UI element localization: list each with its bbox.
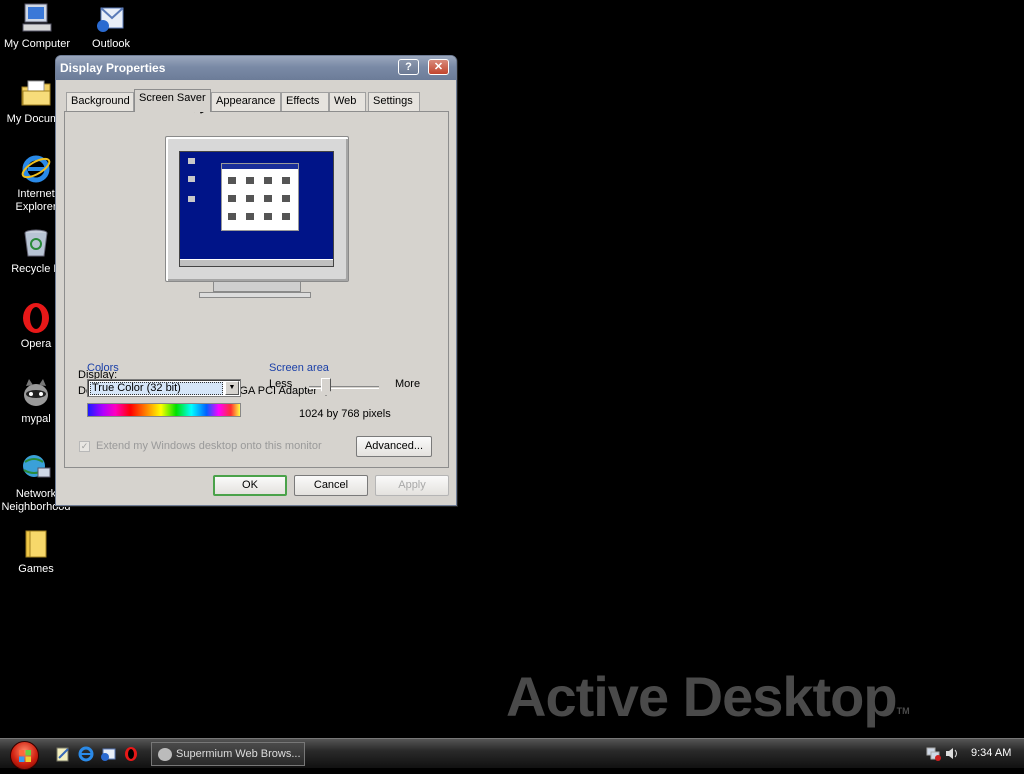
colors-dropdown[interactable]: True Color (32 bit) ▼ — [87, 379, 241, 397]
watermark-trademark: TM — [896, 706, 910, 716]
taskbar-button-label: Supermium Web Brows... — [176, 748, 301, 760]
slider-less-label: Less — [269, 378, 293, 390]
monitor-preview — [165, 136, 349, 298]
outlook-icon — [95, 2, 127, 34]
tab-label: Appearance — [216, 95, 276, 107]
close-icon: ✕ — [433, 61, 444, 73]
monitor-stand-base — [199, 292, 311, 298]
desktop-icon-my-computer[interactable]: My Computer — [0, 2, 74, 51]
extend-desktop-checkbox[interactable]: ✓ — [79, 441, 90, 452]
tab-label: Settings — [373, 95, 413, 107]
extend-desktop-label: Extend my Windows desktop onto this moni… — [96, 440, 322, 452]
help-icon: ? — [405, 61, 412, 73]
opera-icon — [20, 302, 52, 334]
monitor-screen-preview — [179, 151, 334, 267]
tab-label: Screen Saver — [139, 92, 206, 104]
tab-appearance[interactable]: Appearance — [211, 92, 281, 111]
colors-group-title: Colors — [87, 362, 119, 374]
tab-web[interactable]: Web — [329, 92, 366, 111]
apply-button-label: Apply — [398, 479, 426, 491]
tab-label: Effects — [286, 95, 320, 107]
screen-area-group-title: Screen area — [269, 362, 329, 374]
watermark-text: Active Desktop — [506, 665, 898, 728]
desktop-icon-label: My Computer — [3, 38, 71, 50]
start-orb-icon — [10, 741, 39, 770]
quicklaunch-opera-icon[interactable] — [123, 746, 139, 762]
folder-documents-icon — [20, 77, 52, 109]
preview-icon — [188, 176, 195, 182]
color-spectrum-bar — [87, 403, 241, 417]
taskbar: Supermium Web Brows... 9:34 AM — [0, 738, 1024, 770]
preview-icon — [188, 158, 195, 164]
network-icon — [20, 452, 52, 484]
advanced-button-label: Advanced... — [364, 440, 424, 452]
tab-label: Web — [334, 95, 357, 107]
preview-window — [221, 163, 299, 231]
monitor-stand-neck — [213, 282, 301, 292]
computer-icon — [21, 2, 53, 34]
desktop-icon-label: Games — [18, 563, 54, 575]
ok-button[interactable]: OK — [213, 475, 287, 496]
taskbar-clock[interactable]: 9:34 AM — [971, 747, 1011, 759]
internet-explorer-icon — [20, 152, 52, 184]
desktop-icon-games[interactable]: Games — [0, 527, 73, 576]
chevron-down-icon[interactable]: ▼ — [225, 381, 239, 395]
desktop-icon-label: Outlook — [92, 38, 130, 50]
dialog-title: Display Properties — [60, 61, 166, 75]
slider-more-label: More — [395, 378, 421, 390]
monitor-case — [165, 136, 349, 282]
colors-selected-value: True Color (32 bit) — [90, 382, 223, 395]
screen-area-slider-track[interactable] — [309, 386, 379, 389]
preview-icon — [188, 196, 195, 202]
folder-icon — [20, 527, 52, 559]
tab-settings[interactable]: Settings — [368, 92, 420, 111]
tray-volume-icon[interactable] — [944, 746, 959, 761]
recycle-bin-icon — [20, 227, 52, 259]
active-desktop-watermark: Active DesktopTM — [506, 664, 910, 729]
cancel-button[interactable]: Cancel — [294, 475, 368, 496]
cancel-button-label: Cancel — [313, 479, 349, 491]
supermium-icon — [158, 748, 172, 761]
tab-background[interactable]: Background — [66, 92, 134, 111]
mypal-icon — [20, 377, 52, 409]
tab-screen-saver[interactable]: Screen Saver — [134, 89, 211, 112]
display-properties-dialog: Display Properties ? ✕ Background Screen… — [55, 55, 457, 506]
quicklaunch-notepad-icon[interactable] — [55, 746, 71, 762]
apply-button[interactable]: Apply — [375, 475, 449, 496]
tab-effects[interactable]: Effects — [281, 92, 329, 111]
tray-network-icon[interactable] — [926, 746, 941, 761]
desktop-icon-outlook[interactable]: Outlook — [74, 2, 148, 51]
quicklaunch-outlook-icon[interactable] — [100, 746, 116, 762]
taskbar-button-supermium[interactable]: Supermium Web Brows... — [151, 742, 305, 766]
resolution-text: 1024 by 768 pixels — [299, 408, 391, 420]
advanced-button[interactable]: Advanced... — [356, 436, 432, 457]
quicklaunch-internet-explorer-icon[interactable] — [78, 746, 94, 762]
ok-button-label: OK — [242, 479, 258, 491]
help-button[interactable]: ? — [398, 59, 419, 75]
start-button[interactable] — [4, 739, 44, 770]
tab-label: Background — [71, 95, 130, 107]
close-button[interactable]: ✕ — [428, 59, 449, 75]
dialog-titlebar[interactable]: Display Properties ? ✕ — [56, 56, 456, 80]
preview-taskbar — [180, 259, 333, 266]
